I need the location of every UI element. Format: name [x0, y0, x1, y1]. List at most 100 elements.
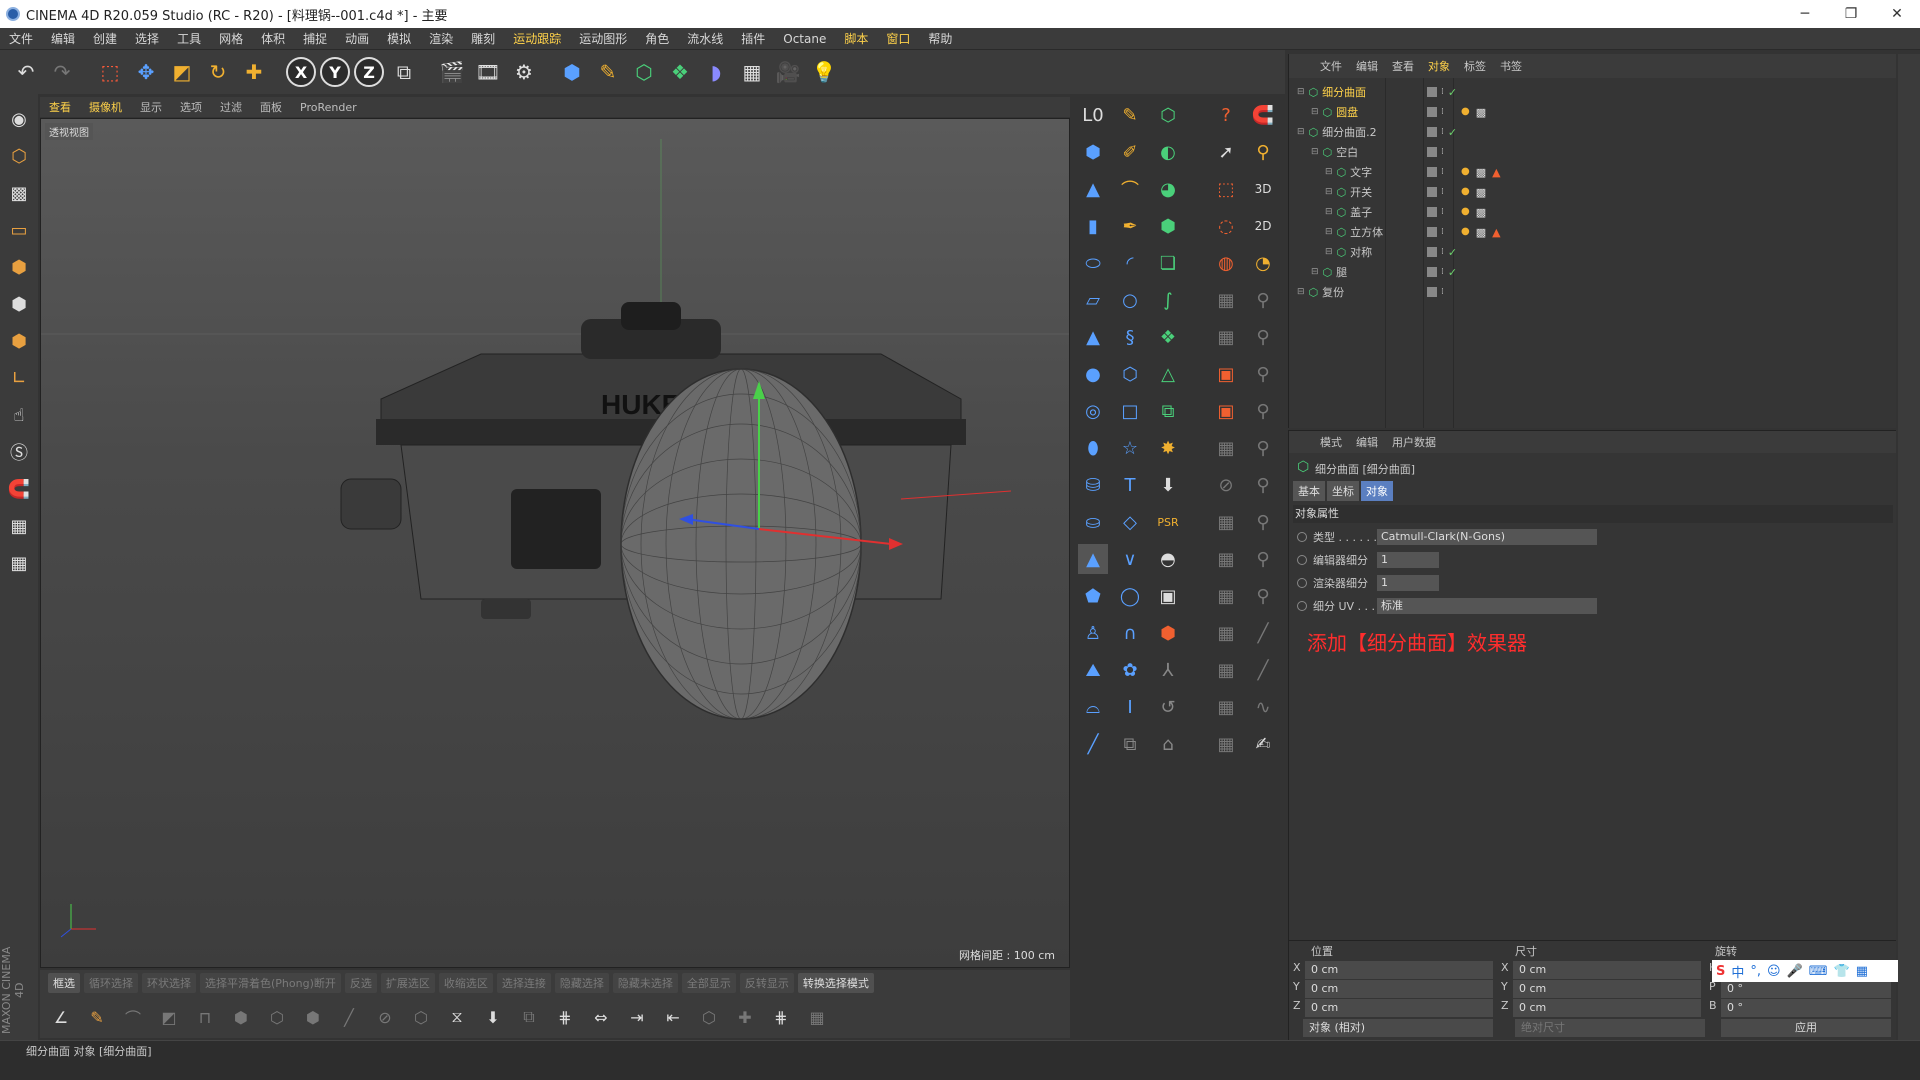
expand-icon[interactable]: ⊟	[1325, 167, 1333, 177]
snap-tool-14-icon[interactable]: ⚲	[1248, 581, 1278, 611]
snap-tool-7-icon[interactable]: ⚲	[1248, 322, 1278, 352]
keyframe-radio[interactable]	[1297, 555, 1307, 565]
circle-icon[interactable]: ○	[1115, 285, 1145, 315]
capsule-icon[interactable]: ⬮	[1078, 433, 1108, 463]
object-menu-item[interactable]: 标签	[1457, 58, 1493, 74]
bridge-icon[interactable]: ⊓	[190, 1002, 220, 1032]
coordinate-system-icon[interactable]: ⧉	[388, 56, 420, 88]
render-dots-icon[interactable]: ⁞	[1441, 267, 1444, 277]
keyframe-radio[interactable]	[1297, 578, 1307, 588]
expand-icon[interactable]: ⊟	[1325, 247, 1333, 257]
object-row[interactable]: ⊟ ⬡ 腿 ⁞ ✓	[1289, 262, 1896, 282]
x-axis-lock-icon[interactable]: X	[286, 57, 316, 87]
object-row[interactable]: ⊟ ⬡ 细分曲面 ⁞ ✓	[1289, 82, 1896, 102]
expand-icon[interactable]: ⊟	[1311, 267, 1319, 277]
line-icon[interactable]: ╱	[1078, 729, 1108, 759]
keyframe-radio[interactable]	[1297, 601, 1307, 611]
snap-3d-icon[interactable]: 3D	[1248, 174, 1278, 204]
brush-tool-icon[interactable]: ∿	[1248, 692, 1278, 722]
render-view-icon[interactable]: 🎬	[436, 56, 468, 88]
hair-icon[interactable]: ↺	[1153, 692, 1183, 722]
render-dots-icon[interactable]: ⁞	[1441, 227, 1444, 237]
attribute-menu-item[interactable]: 编辑	[1349, 434, 1385, 450]
warning-tag-icon[interactable]: ▲	[1492, 226, 1500, 239]
visibility-toggle[interactable]	[1427, 167, 1437, 177]
object-menu-item[interactable]: 文件	[1313, 58, 1349, 74]
selection-mode-button[interactable]: 隐藏选择	[554, 973, 609, 993]
enabled-check-icon[interactable]: ✓	[1448, 266, 1457, 279]
enabled-check-icon[interactable]: ✓	[1448, 126, 1457, 139]
scale-tool-icon[interactable]: ◩	[166, 56, 198, 88]
symmetry-icon[interactable]: △	[1153, 359, 1183, 389]
texture-tag-icon[interactable]: ●	[1461, 106, 1470, 119]
rectangle-icon[interactable]: □	[1115, 396, 1145, 426]
render-dots-icon[interactable]: ⁞	[1441, 127, 1444, 137]
menu-item[interactable]: 流水线	[678, 30, 732, 47]
magnet-icon[interactable]: 🧲	[4, 474, 34, 504]
knife-tool-icon[interactable]: ╱	[1248, 618, 1278, 648]
menu-item[interactable]: 文件	[0, 30, 42, 47]
attribute-tab[interactable]: 对象	[1361, 481, 1393, 501]
cissoid-icon[interactable]: ∨	[1115, 544, 1145, 574]
psr-icon[interactable]: PSR	[1153, 507, 1183, 537]
grid-tool-7-icon[interactable]: ▦	[1211, 581, 1241, 611]
object-menu-item[interactable]: 编辑	[1349, 58, 1385, 74]
menu-item[interactable]: 运动跟踪	[504, 30, 570, 47]
profile-icon[interactable]: Ⅰ	[1115, 692, 1145, 722]
position-input[interactable]: 0 cm	[1305, 999, 1493, 1017]
subdivision-generator-icon[interactable]: ⬡	[628, 56, 660, 88]
spline-arc-icon[interactable]: ✒	[1115, 211, 1145, 241]
coordinate-mode-select[interactable]: 对象 (相对)	[1303, 1019, 1493, 1037]
cloner-icon[interactable]: ❖	[1153, 322, 1183, 352]
matrix-extrude-icon[interactable]: ⬢	[298, 1002, 328, 1032]
expand-icon[interactable]: ⊟	[1297, 127, 1305, 137]
viewport-menu-item[interactable]: 过滤	[211, 99, 251, 115]
attribute-tab[interactable]: 坐标	[1327, 481, 1359, 501]
keyframe-radio[interactable]	[1297, 532, 1307, 542]
attribute-menu-item[interactable]: 模式	[1313, 434, 1349, 450]
helix-icon[interactable]: §	[1115, 322, 1145, 352]
size-input[interactable]: 0 cm	[1513, 980, 1701, 998]
magnet-2-icon[interactable]: ⚲	[1248, 137, 1278, 167]
visibility-toggle[interactable]	[1427, 207, 1437, 217]
maximize-button[interactable]: ❐	[1828, 0, 1874, 28]
warning-tag-icon[interactable]: ▲	[1492, 166, 1500, 179]
rotate-tool-icon[interactable]: ↻	[202, 56, 234, 88]
menu-item[interactable]: 插件	[732, 30, 774, 47]
deformer-icon[interactable]: ◗	[700, 56, 732, 88]
render-dots-icon[interactable]: ⁞	[1441, 107, 1444, 117]
torus-icon[interactable]: ◎	[1078, 396, 1108, 426]
expand-icon[interactable]: ⊟	[1311, 107, 1319, 117]
object-row[interactable]: ⊟ ⬡ 立方体 ⁞ ● ▩ ▲	[1289, 222, 1896, 242]
render-dots-icon[interactable]: ⁞	[1441, 187, 1444, 197]
knife-tool-2-icon[interactable]: ╱	[1248, 655, 1278, 685]
texture-tag-icon[interactable]: ●	[1461, 206, 1470, 219]
vertex-edit-icon[interactable]: ▣	[1211, 396, 1241, 426]
knife-bottom-icon[interactable]: ╱	[334, 1002, 364, 1032]
formula-icon[interactable]: ∩	[1115, 618, 1145, 648]
bevel-icon[interactable]: ◩	[154, 1002, 184, 1032]
render-picture-viewer-icon[interactable]: 🎞	[472, 56, 504, 88]
menu-item[interactable]: 运动图形	[570, 30, 636, 47]
optimize-icon[interactable]: ⬡	[694, 1002, 724, 1032]
extrude-icon[interactable]: ◐	[1153, 137, 1183, 167]
loft-icon[interactable]: ⬢	[1153, 211, 1183, 241]
selection-mode-button[interactable]: 选择连接	[496, 973, 551, 993]
magnet-tool-icon[interactable]: 🧲	[1248, 100, 1278, 130]
light-icon[interactable]: 💡	[808, 56, 840, 88]
attribute-dropdown[interactable]: Catmull-Clark(N-Gons)	[1377, 529, 1597, 545]
snap-tool-8-icon[interactable]: ⚲	[1248, 359, 1278, 389]
rotation-input[interactable]: 0 °	[1721, 999, 1891, 1017]
selection-mode-button[interactable]: 收缩选区	[438, 973, 493, 993]
align-icon[interactable]: ⇔	[586, 1002, 616, 1032]
object-name[interactable]: 复份	[1322, 284, 1344, 300]
camera-icon[interactable]: 🎥	[772, 56, 804, 88]
star-icon[interactable]: ☆	[1115, 433, 1145, 463]
visibility-toggle[interactable]	[1427, 87, 1437, 97]
array-icon[interactable]: ❖	[664, 56, 696, 88]
disc-icon[interactable]: ⬭	[1078, 248, 1108, 278]
apply-button[interactable]: 应用	[1721, 1019, 1891, 1037]
object-name[interactable]: 对称	[1350, 244, 1372, 260]
menu-item[interactable]: 工具	[168, 30, 210, 47]
expand-icon[interactable]: ⊟	[1297, 87, 1305, 97]
